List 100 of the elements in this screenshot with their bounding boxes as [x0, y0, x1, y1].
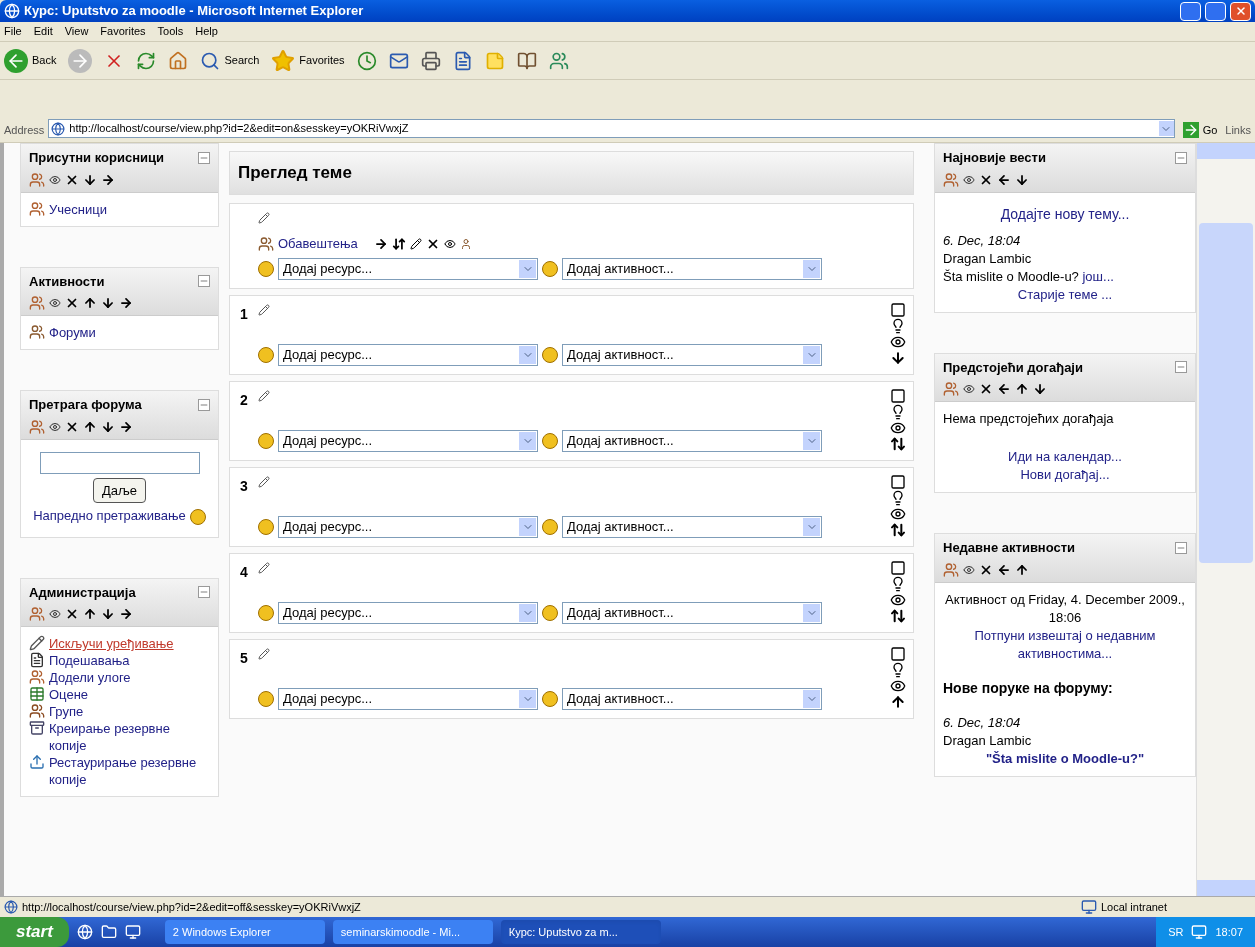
lightbulb-icon[interactable]	[890, 317, 906, 334]
collapse-icon[interactable]	[198, 586, 210, 599]
arrow-left-icon[interactable]	[997, 172, 1011, 187]
roles-icon[interactable]	[29, 418, 45, 435]
arrow-down-icon[interactable]	[890, 349, 906, 366]
roles-icon[interactable]	[29, 606, 45, 623]
delete-icon[interactable]	[65, 296, 79, 310]
arrow-down-icon[interactable]	[101, 607, 115, 622]
pencil-icon[interactable]	[258, 647, 270, 660]
taskbar-button[interactable]: Курс: Uputstvo za m...	[500, 920, 661, 944]
menu-item[interactable]: Favorites	[100, 23, 146, 40]
square-icon[interactable]	[890, 559, 906, 576]
square-icon[interactable]	[890, 301, 906, 318]
browser-icon[interactable]	[76, 924, 93, 940]
calendar-link[interactable]: Иди на календар...	[1008, 449, 1122, 464]
dropdown[interactable]: Додај активност...	[562, 515, 822, 538]
close-button[interactable]	[1230, 1, 1251, 21]
dropdown[interactable]: Додај активност...	[562, 429, 822, 452]
eye-icon[interactable]	[443, 237, 456, 250]
arrow-right-icon[interactable]	[119, 296, 133, 310]
help-icon[interactable]	[542, 260, 558, 277]
add-topic-link[interactable]: Додајте нову тему...	[1000, 205, 1130, 222]
dropdown[interactable]: Додај активност...	[562, 257, 822, 280]
taskbar-button[interactable]: seminarskimoodle - Mi...	[332, 920, 493, 944]
dropdown[interactable]: Додај ресурс...	[278, 601, 538, 624]
forum-link[interactable]: Обавештења	[278, 234, 358, 254]
dropdown[interactable]: Додај активност...	[562, 687, 822, 710]
lightbulb-icon[interactable]	[890, 661, 906, 678]
help-icon[interactable]	[258, 260, 274, 277]
scrollbar[interactable]	[1196, 143, 1255, 896]
square-icon[interactable]	[890, 387, 906, 404]
arrow-left-icon[interactable]	[997, 382, 1011, 396]
taskbar-button[interactable]: 2 Windows Explorer	[164, 920, 325, 944]
dropdown[interactable]: Додај ресурс...	[278, 515, 538, 538]
collapse-icon[interactable]	[198, 398, 210, 411]
toolbar-button[interactable]	[516, 50, 537, 71]
arrows-up-down-icon[interactable]	[890, 521, 906, 538]
links-label[interactable]: Links	[1225, 121, 1251, 138]
address-field[interactable]: http://localhost/course/view.php?id=2&edit=on&sesskey=yOKRiVwxjZ	[48, 119, 1175, 138]
move-icon[interactable]	[391, 236, 406, 251]
collapse-icon[interactable]	[1175, 541, 1187, 554]
calendar-link[interactable]: Нови догађај...	[1020, 467, 1110, 482]
help-icon[interactable]	[258, 604, 274, 621]
menu-item[interactable]: Help	[195, 23, 218, 40]
help-icon[interactable]	[189, 508, 206, 525]
lightbulb-icon[interactable]	[890, 403, 906, 420]
help-icon[interactable]	[258, 690, 274, 707]
arrow-down-icon[interactable]	[1015, 172, 1029, 187]
arrow-down-icon[interactable]	[1033, 382, 1047, 396]
block-link[interactable]: Групе	[49, 703, 84, 721]
roles-icon[interactable]	[29, 295, 45, 311]
arrows-up-down-icon[interactable]	[890, 607, 906, 624]
eye-icon[interactable]	[49, 297, 61, 309]
older-topics-link[interactable]: Старије теме ...	[1017, 286, 1113, 302]
full-report-link[interactable]: Потпуни извештај о недавним активностима...	[943, 626, 1187, 663]
tray-icon[interactable]	[1191, 924, 1208, 940]
roles-icon[interactable]	[29, 171, 45, 188]
dropdown[interactable]: Додај активност...	[562, 343, 822, 366]
go-button[interactable]: Go	[1178, 121, 1222, 138]
help-icon[interactable]	[542, 346, 558, 363]
advanced-search-link[interactable]: Напредно претраживање	[33, 508, 186, 523]
pencil-icon[interactable]	[258, 389, 270, 402]
block-link[interactable]: Рестаурирање резервне копије	[49, 754, 210, 789]
pencil-icon[interactable]	[258, 303, 270, 316]
toolbar-button[interactable]	[356, 50, 377, 71]
menu-item[interactable]: View	[64, 23, 89, 40]
dropdown[interactable]: Додај ресурс...	[278, 687, 538, 710]
block-link[interactable]: Оцене	[49, 686, 89, 704]
toolbar-button[interactable]: Search	[200, 50, 260, 71]
collapse-icon[interactable]	[1175, 361, 1187, 374]
toolbar-button[interactable]: Favorites	[271, 48, 345, 73]
toolbar-button[interactable]	[420, 50, 441, 71]
pencil-icon[interactable]	[258, 475, 270, 488]
block-link[interactable]: Креирање резервне копије	[49, 720, 210, 755]
help-icon[interactable]	[542, 690, 558, 707]
help-icon[interactable]	[258, 432, 274, 449]
dropdown[interactable]: Додај ресурс...	[278, 257, 538, 280]
pencil-icon[interactable]	[409, 237, 422, 250]
help-icon[interactable]	[542, 432, 558, 449]
roles-icon[interactable]	[943, 561, 959, 578]
collapse-icon[interactable]	[1175, 151, 1187, 164]
arrows-up-down-icon[interactable]	[890, 435, 906, 452]
eye-icon[interactable]	[49, 420, 61, 433]
start-button[interactable]: start	[0, 917, 69, 947]
eye-icon[interactable]	[49, 173, 61, 186]
maximize-button[interactable]	[1205, 1, 1226, 21]
dropdown[interactable]: Додај ресурс...	[278, 429, 538, 452]
toolbar-button[interactable]	[548, 50, 569, 71]
menu-item[interactable]: Edit	[33, 23, 53, 40]
arrow-right-icon[interactable]	[119, 419, 133, 434]
delete-icon[interactable]	[979, 382, 993, 396]
help-icon[interactable]	[258, 518, 274, 535]
eye-icon[interactable]	[963, 563, 975, 576]
folder-icon[interactable]	[100, 924, 117, 940]
desktop-icon[interactable]	[124, 924, 141, 940]
more-link[interactable]: још...	[1082, 268, 1114, 284]
help-icon[interactable]	[258, 346, 274, 363]
square-icon[interactable]	[890, 473, 906, 490]
eye-icon[interactable]	[963, 173, 975, 186]
toolbar-button[interactable]	[168, 50, 189, 71]
